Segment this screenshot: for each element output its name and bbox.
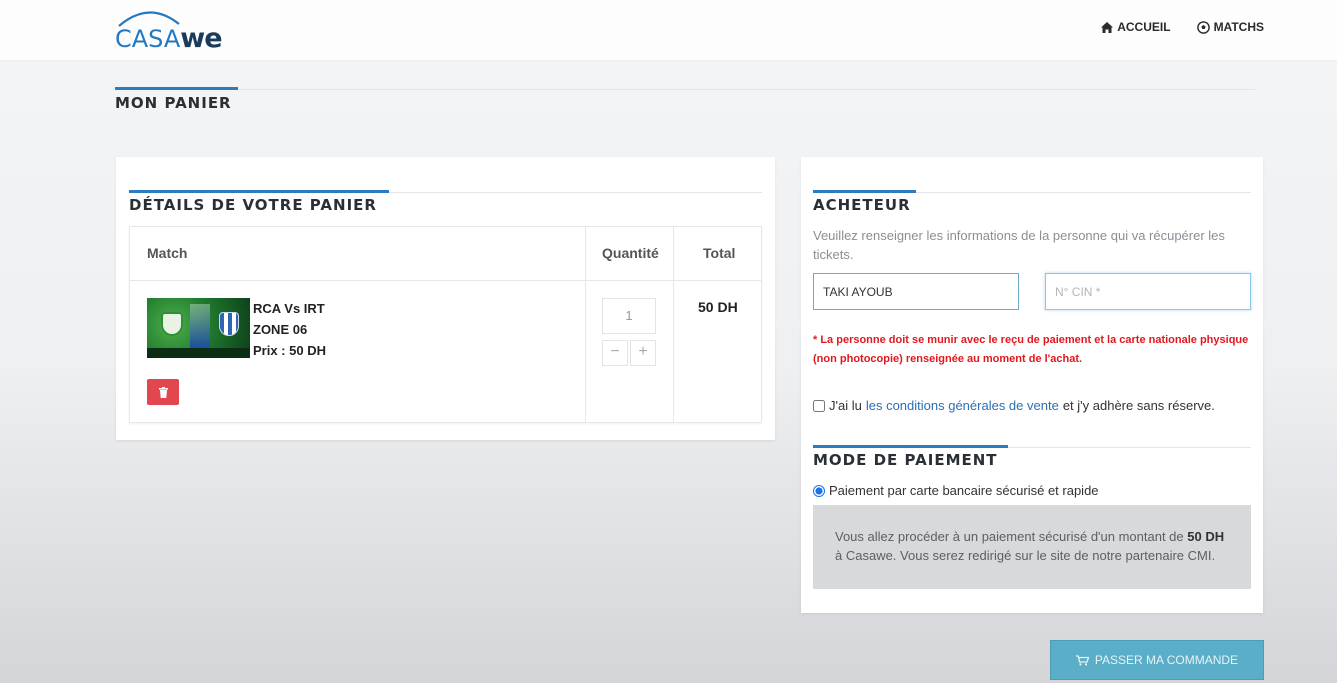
payment-option-card: Paiement par carte bancaire sécurisé et … — [813, 483, 1099, 498]
column-header-match: Match — [147, 245, 188, 261]
match-price: Prix : 50 DH — [253, 343, 326, 358]
cart-icon — [1075, 654, 1089, 665]
cart-card: DÉTAILS DE VOTRE PANIER Match Quantité T… — [116, 157, 775, 440]
trash-icon — [158, 386, 168, 398]
payment-option-label: Paiement par carte bancaire sécurisé et … — [829, 483, 1099, 498]
match-poster-center — [190, 304, 210, 348]
buyer-section-title: ACHETEUR — [813, 196, 911, 214]
divider — [115, 89, 1255, 90]
nav-matchs-label: MATCHS — [1213, 20, 1264, 34]
cart-table: Match Quantité Total RCA Vs IRT ZONE 06 … — [129, 226, 762, 423]
buyer-card: ACHETEUR Veuillez renseigner les informa… — [801, 157, 1263, 613]
quantity-decrease-button[interactable]: − — [602, 340, 628, 366]
section-accent-bar — [813, 190, 916, 193]
match-name: RCA Vs IRT — [253, 301, 325, 316]
home-icon — [1101, 21, 1114, 33]
section-accent-bar — [813, 445, 1008, 448]
main-nav: ACCUEIL MATCHS — [1101, 20, 1264, 34]
cart-section-title: DÉTAILS DE VOTRE PANIER — [129, 196, 377, 214]
place-order-button[interactable]: PASSER MA COMMANDE — [1050, 640, 1264, 680]
payment-amount: 50 DH — [1187, 529, 1225, 544]
payment-card-radio[interactable] — [813, 484, 825, 497]
irt-crest-icon — [219, 312, 239, 336]
casawe-logo[interactable]: CASAwe — [115, 6, 235, 54]
logo-text-casa: CASA — [115, 25, 181, 53]
buyer-description: Veuillez renseigner les informations de … — [813, 228, 1225, 262]
payment-info-text: Vous allez procéder à un paiement sécuri… — [835, 529, 1184, 544]
nav-accueil[interactable]: ACCUEIL — [1101, 20, 1171, 34]
delete-item-button[interactable] — [147, 379, 179, 405]
nav-accueil-label: ACCUEIL — [1117, 20, 1171, 34]
section-accent-bar — [129, 190, 389, 193]
logo-text-we: we — [180, 23, 222, 54]
terms-suffix: et j'y adhère sans réserve. — [1062, 398, 1215, 413]
nav-matchs[interactable]: MATCHS — [1196, 20, 1264, 34]
place-order-label: PASSER MA COMMANDE — [1094, 653, 1239, 667]
column-header-quantity: Quantité — [602, 245, 659, 261]
id-card-warning: * La personne doit se munir avec le reçu… — [813, 334, 1249, 365]
quantity-field[interactable]: 1 — [602, 298, 656, 334]
poster-footer-strip — [147, 348, 250, 358]
quantity-increase-button[interactable]: + — [630, 340, 656, 366]
cin-number-input[interactable] — [1045, 273, 1251, 310]
match-thumbnail — [147, 298, 250, 358]
top-navbar: CASAwe ACCUEIL MATCHS — [0, 0, 1337, 60]
terms-prefix: J'ai lu — [829, 398, 862, 413]
row-divider — [130, 280, 761, 281]
page-title: MON PANIER — [115, 94, 232, 112]
payment-info-redirect: à Casawe. Vous serez redirigé sur le sit… — [835, 548, 1216, 563]
terms-link[interactable]: les conditions générales de vente — [866, 398, 1059, 413]
payment-section-title: MODE DE PAIEMENT — [813, 451, 998, 469]
payment-info-box: Vous allez procéder à un paiement sécuri… — [813, 505, 1251, 589]
buyer-name-input[interactable] — [813, 273, 1019, 310]
item-total: 50 DH — [698, 299, 738, 315]
rca-crest-icon — [161, 312, 183, 336]
soccer-ball-icon — [1196, 20, 1210, 34]
column-header-total: Total — [703, 245, 736, 261]
title-accent-bar — [115, 87, 238, 90]
terms-agreement: J'ai lu les conditions générales de vent… — [813, 398, 1215, 413]
column-divider — [585, 227, 586, 422]
match-info: RCA Vs IRT ZONE 06 Prix : 50 DH — [253, 298, 326, 361]
terms-checkbox[interactable] — [813, 399, 825, 412]
match-zone: ZONE 06 — [253, 322, 308, 337]
column-divider — [673, 227, 674, 422]
